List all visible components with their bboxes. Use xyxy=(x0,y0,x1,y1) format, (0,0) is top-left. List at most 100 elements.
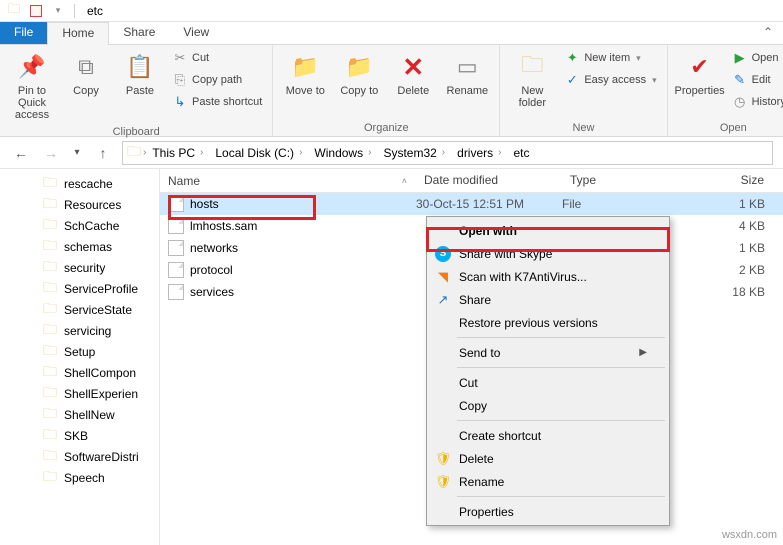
col-size[interactable]: Size xyxy=(680,169,783,192)
tree-item[interactable]: 🗀rescache xyxy=(0,173,159,194)
history-button[interactable]: ◷History xyxy=(728,92,783,112)
cut-button[interactable]: ✂Cut xyxy=(168,48,266,68)
up-button[interactable]: ↑ xyxy=(92,142,114,164)
new-item-button[interactable]: ✦New item▾ xyxy=(560,48,660,68)
ribbon-tabs: File Home Share View ⌃ xyxy=(0,22,783,45)
new-item-icon: ✦ xyxy=(564,50,580,66)
tree-item[interactable]: 🗀ShellNew xyxy=(0,404,159,425)
tree-item[interactable]: 🗀Setup xyxy=(0,341,159,362)
ctx-scan-k7[interactable]: ◥Scan with K7AntiVirus... xyxy=(429,265,667,288)
file-row[interactable]: hosts30-Oct-15 12:51 PMFile1 KB xyxy=(160,193,783,215)
group-label: New xyxy=(506,120,660,134)
file-icon xyxy=(168,262,184,278)
tree-item[interactable]: 🗀ServiceProfile xyxy=(0,278,159,299)
ctx-open-with[interactable]: Open with xyxy=(429,219,667,242)
ctx-share[interactable]: ↗Share xyxy=(429,288,667,311)
crumb[interactable]: Windows› xyxy=(310,144,377,162)
folder-icon: 🗀 xyxy=(42,467,58,488)
edit-button[interactable]: ✎Edit xyxy=(728,70,783,90)
tree-item[interactable]: 🗀Speech xyxy=(0,467,159,488)
paste-shortcut-icon: ↳ xyxy=(172,94,188,110)
file-name: lmhosts.sam xyxy=(190,219,257,233)
separator xyxy=(74,4,75,18)
forward-button[interactable]: → xyxy=(40,142,62,164)
file-icon xyxy=(168,196,184,212)
tree-item[interactable]: 🗀schemas xyxy=(0,236,159,257)
pin-icon: 📌 xyxy=(16,51,48,83)
ctx-cut[interactable]: Cut xyxy=(429,371,667,394)
tree-item[interactable]: 🗀security xyxy=(0,257,159,278)
tab-file[interactable]: File xyxy=(0,22,47,44)
file-icon xyxy=(168,284,184,300)
ctx-share-skype[interactable]: SShare with Skype xyxy=(429,242,667,265)
tab-home[interactable]: Home xyxy=(47,22,109,45)
copy-to-icon: 📁 xyxy=(343,51,375,83)
tree-item[interactable]: 🗀SchCache xyxy=(0,215,159,236)
rename-button[interactable]: ▭Rename xyxy=(441,48,493,100)
pin-label: Pin to Quick access xyxy=(8,85,56,121)
copy-to-button[interactable]: 📁Copy to xyxy=(333,48,385,100)
pin-to-quick-access-button[interactable]: 📌 Pin to Quick access xyxy=(6,48,58,124)
group-label: Open xyxy=(674,120,783,134)
title-bar: 🗀 ▾ etc xyxy=(0,0,783,22)
file-size: 18 KB xyxy=(680,285,783,299)
ctx-restore[interactable]: Restore previous versions xyxy=(429,311,667,334)
nav-tree[interactable]: 🗀rescache🗀Resources🗀SchCache🗀schemas🗀sec… xyxy=(0,169,160,545)
delete-button[interactable]: ✕Delete xyxy=(387,48,439,100)
tree-item-label: rescache xyxy=(64,177,113,191)
qat-customize-icon[interactable]: ▾ xyxy=(50,3,66,19)
easy-access-button[interactable]: ✓Easy access▾ xyxy=(560,70,660,90)
breadcrumb[interactable]: 🗀 › This PC› Local Disk (C:)› Windows› S… xyxy=(122,141,773,165)
folder-icon: 🗀 xyxy=(42,446,58,467)
tab-view[interactable]: View xyxy=(169,22,223,44)
tree-item[interactable]: 🗀SoftwareDistri xyxy=(0,446,159,467)
crumb[interactable]: drivers› xyxy=(453,144,507,162)
crumb[interactable]: etc xyxy=(510,144,534,162)
new-folder-button[interactable]: 🗀New folder xyxy=(506,48,558,112)
qat-folder-icon[interactable]: 🗀 xyxy=(6,3,22,19)
col-type[interactable]: Type xyxy=(562,169,680,192)
shield-icon: 🛡 xyxy=(435,451,451,467)
properties-button[interactable]: ✔Properties xyxy=(674,48,726,100)
file-icon xyxy=(168,240,184,256)
tree-item[interactable]: 🗀servicing xyxy=(0,320,159,341)
collapse-ribbon-icon[interactable]: ⌃ xyxy=(753,22,783,44)
paste-shortcut-button[interactable]: ↳Paste shortcut xyxy=(168,92,266,112)
col-date[interactable]: Date modified xyxy=(416,169,562,192)
group-organize: 📁Move to 📁Copy to ✕Delete ▭Rename Organi… xyxy=(273,45,500,136)
crumb[interactable]: Local Disk (C:)› xyxy=(211,144,308,162)
ctx-send-to[interactable]: Send to▶ xyxy=(429,341,667,364)
file-size: 2 KB xyxy=(680,263,783,277)
recent-locations-button[interactable]: ▾ xyxy=(70,142,84,164)
ctx-delete[interactable]: 🛡Delete xyxy=(429,447,667,470)
tree-item[interactable]: 🗀Resources xyxy=(0,194,159,215)
ctx-properties[interactable]: Properties xyxy=(429,500,667,523)
move-to-icon: 📁 xyxy=(289,51,321,83)
ctx-copy[interactable]: Copy xyxy=(429,394,667,417)
folder-icon: 🗀 xyxy=(42,320,58,341)
tree-item[interactable]: 🗀ServiceState xyxy=(0,299,159,320)
crumb[interactable]: This PC› xyxy=(148,144,209,162)
copy-button[interactable]: ⧉ Copy xyxy=(60,48,112,100)
crumb[interactable]: System32› xyxy=(379,144,451,162)
copy-path-button[interactable]: ⎘Copy path xyxy=(168,70,266,90)
qat-properties-icon[interactable] xyxy=(28,3,44,19)
file-size: 1 KB xyxy=(680,197,783,211)
skype-icon: S xyxy=(435,246,451,262)
open-button[interactable]: ▶Open▾ xyxy=(728,48,783,68)
open-icon: ▶ xyxy=(732,50,748,66)
col-name[interactable]: Name˄ xyxy=(160,169,416,192)
move-to-button[interactable]: 📁Move to xyxy=(279,48,331,100)
copy-path-icon: ⎘ xyxy=(172,72,188,88)
group-label: Organize xyxy=(279,120,493,134)
ctx-rename[interactable]: 🛡Rename xyxy=(429,470,667,493)
tree-item[interactable]: 🗀ShellExperien xyxy=(0,383,159,404)
tab-share[interactable]: Share xyxy=(109,22,169,44)
easy-access-icon: ✓ xyxy=(564,72,580,88)
tree-item-label: security xyxy=(64,261,105,275)
paste-button[interactable]: 📋 Paste xyxy=(114,48,166,100)
tree-item[interactable]: 🗀SKB xyxy=(0,425,159,446)
ctx-create-shortcut[interactable]: Create shortcut xyxy=(429,424,667,447)
tree-item[interactable]: 🗀ShellCompon xyxy=(0,362,159,383)
back-button[interactable]: ← xyxy=(10,142,32,164)
